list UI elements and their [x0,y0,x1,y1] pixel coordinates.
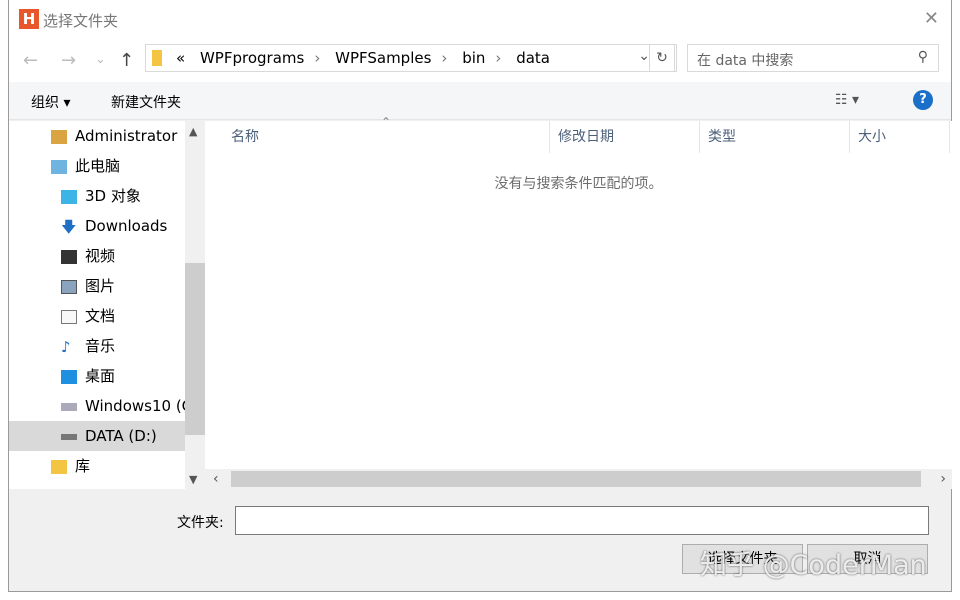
folder-picker-dialog: H 选择文件夹 ✕ ← → ⌄ ↑ « WPFprograms › WPFSamp… [8,0,952,592]
drive-icon [61,402,77,411]
empty-message: 没有与搜索条件匹配的项。 [494,176,663,192]
chevron-right-icon: › [495,49,502,67]
app-icon: H [19,9,39,29]
new-folder-button[interactable]: 新建文件夹 [111,92,181,112]
music-icon: ♪ [61,337,71,356]
sort-ascending-icon: ⌃ [381,115,392,129]
pictures-icon [61,279,77,294]
sidebar-item-drive-c[interactable]: Windows10 (C [61,391,192,421]
search-placeholder: 在 data 中搜索 [697,53,794,69]
sidebar-item-music[interactable]: ♪ 音乐 [61,331,115,361]
forward-button[interactable]: → [61,50,76,71]
chevron-right-icon: › [441,49,448,67]
sidebar-item-libraries[interactable]: 库 [51,451,90,481]
breadcrumb-item[interactable]: data [516,49,550,67]
folder-input[interactable] [235,506,929,535]
column-header-size[interactable]: 大小 [850,121,950,153]
computer-icon [51,159,67,174]
scrollbar-thumb[interactable] [231,471,921,487]
download-icon: 🡇 [61,217,77,236]
sidebar-item-pictures[interactable]: 图片 [61,271,115,301]
sidebar-item-administrator[interactable]: Administrator [51,121,177,151]
breadcrumb-item[interactable]: WPFprograms [200,49,304,67]
desktop-icon [61,369,77,384]
scroll-down-icon[interactable]: ▼ [189,473,197,486]
sidebar-scrollbar[interactable]: ▲ ▼ [185,121,205,489]
folder-icon [152,50,162,66]
navigation-pane: Administrator 此电脑 3D 对象 🡇 Downloads 视频 图片… [9,121,205,489]
column-header-date-modified[interactable]: 修改日期 [550,121,700,153]
column-header-type[interactable]: 类型 [700,121,850,153]
documents-icon [61,309,77,324]
toolbar: 组织 ▾ 新建文件夹 ☷ ▾ ? [9,82,951,120]
scroll-right-icon[interactable]: › [940,471,946,487]
library-icon [51,459,67,474]
sidebar-item-this-pc[interactable]: 此电脑 [51,151,120,181]
up-button[interactable]: ↑ [119,50,134,71]
help-icon[interactable]: ? [913,90,933,110]
recent-locations-button[interactable]: ⌄ [95,52,106,67]
drive-icon [61,433,77,440]
select-folder-button[interactable]: 选择文件夹 [682,544,803,574]
folder-label: 文件夹: [177,515,224,531]
sidebar-item-downloads[interactable]: 🡇 Downloads [61,211,167,241]
breadcrumb-item[interactable]: bin [462,49,485,67]
search-icon: ⚲ [917,49,928,65]
file-list: 名称 修改日期 类型 大小 ⌃ 没有与搜索条件匹配的项。 ‹ › [205,115,952,489]
close-button[interactable]: ✕ [924,8,939,29]
breadcrumb: « WPFprograms › WPFSamples › bin › data [176,49,560,67]
column-header-name[interactable]: 名称 [205,121,550,153]
cancel-button[interactable]: 取消 [807,544,928,574]
sidebar-item-drive-d[interactable]: DATA (D:) [9,421,185,451]
user-icon [51,129,67,144]
breadcrumb-item[interactable]: WPFSamples [335,49,431,67]
sidebar-item-desktop[interactable]: 桌面 [61,361,115,391]
scroll-left-icon[interactable]: ‹ [213,471,219,487]
view-options-button[interactable]: ☷ ▾ [835,92,859,108]
refresh-button[interactable]: ↻ [649,44,675,72]
chevron-right-icon: › [314,49,321,67]
back-button[interactable]: ← [23,50,38,71]
search-input[interactable]: 在 data 中搜索 ⚲ [687,44,939,72]
organize-button[interactable]: 组织 ▾ [31,92,70,112]
scroll-up-icon[interactable]: ▲ [189,125,197,138]
navigation-bar: ← → ⌄ ↑ « WPFprograms › WPFSamples › bin › … [9,38,951,82]
sidebar-item-3d-objects[interactable]: 3D 对象 [61,181,141,211]
scrollbar-thumb[interactable] [185,263,205,435]
breadcrumb-overflow[interactable]: « [176,49,185,67]
address-bar[interactable]: « WPFprograms › WPFSamples › bin › data ⌄ [145,44,677,72]
sidebar-item-videos[interactable]: 视频 [61,241,115,271]
video-icon [61,249,77,264]
title-bar: H 选择文件夹 ✕ [9,0,951,38]
horizontal-scrollbar[interactable]: ‹ › [205,469,952,489]
sidebar-item-documents[interactable]: 文档 [61,301,115,331]
3d-objects-icon [61,189,77,204]
window-title: 选择文件夹 [43,12,119,30]
